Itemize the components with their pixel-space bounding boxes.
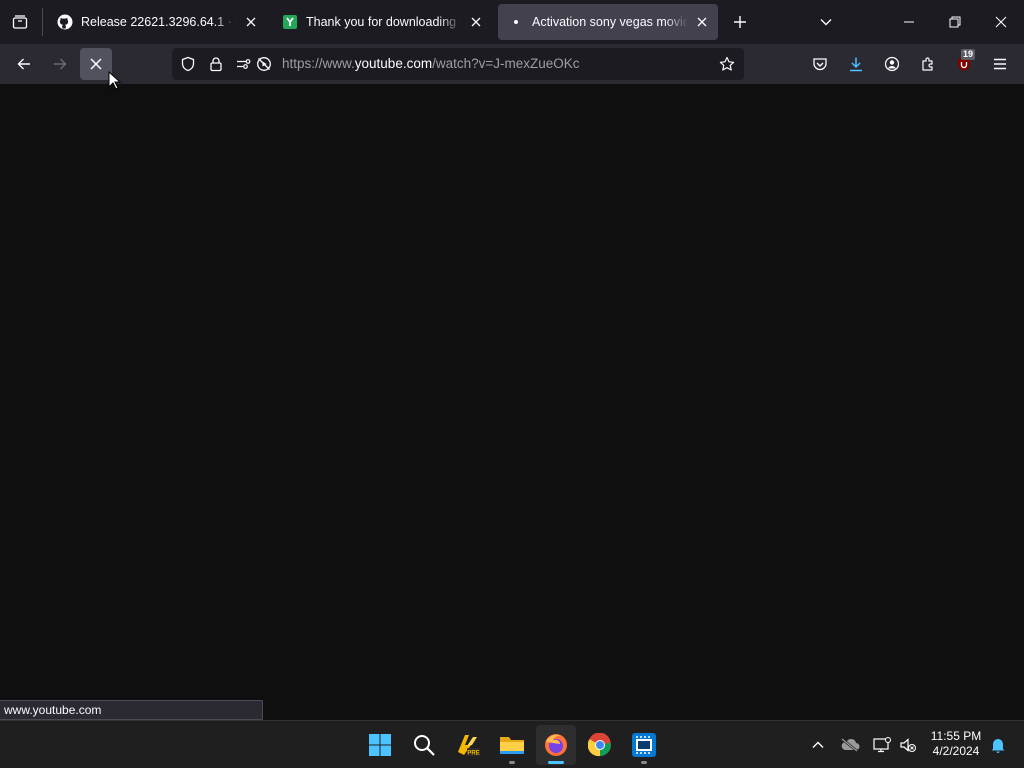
tab-title: Release 22621.3296.64.1 · valinet/ [81, 15, 237, 29]
close-icon [471, 17, 481, 27]
firefox-icon [545, 734, 567, 756]
running-indicator [509, 761, 515, 764]
loading-dot-icon [508, 14, 524, 30]
folder-icon [500, 737, 524, 754]
cloud-offline-icon [841, 738, 860, 752]
arrow-left-icon [17, 58, 30, 70]
app-menu-button[interactable] [984, 48, 1016, 80]
back-button[interactable] [8, 48, 40, 80]
lock-icon[interactable] [206, 54, 226, 74]
ublock-origin-button[interactable]: 19 [948, 48, 980, 80]
account-button[interactable] [876, 48, 908, 80]
close-icon [90, 58, 102, 70]
onedrive-button[interactable] [836, 729, 864, 761]
chevron-down-icon [820, 19, 832, 26]
pocket-button[interactable] [804, 48, 836, 80]
ublock-count-badge: 19 [961, 49, 976, 60]
start-button[interactable] [360, 725, 400, 765]
star-icon [719, 56, 735, 71]
status-link-overlay: www.youtube.com [0, 700, 263, 720]
taskbar-app-video-editor[interactable] [624, 725, 664, 765]
tab-close-button[interactable] [243, 14, 259, 30]
permissions-icon[interactable] [234, 54, 254, 74]
show-hidden-icons-button[interactable] [804, 729, 832, 761]
chrome-icon [588, 733, 611, 757]
minimize-button[interactable] [886, 0, 932, 44]
url-bar[interactable]: https://www.youtube.com/watch?v=J-mexZue… [172, 48, 744, 80]
tab-softonic-download[interactable]: Thank you for downloading Soft [272, 4, 492, 40]
svg-text:PRE: PRE [467, 751, 479, 757]
search-button[interactable] [404, 725, 444, 765]
url-domain: youtube.com [354, 56, 433, 71]
speaker-muted-icon [900, 738, 916, 752]
search-icon [414, 735, 435, 756]
windows-taskbar: PRE 11:55 PM 4/2/2024 [0, 720, 1024, 768]
tab-close-button[interactable] [468, 14, 484, 30]
yellow-app-pre-icon: PRE [458, 735, 480, 757]
puzzle-icon [922, 57, 933, 71]
tab-github-release[interactable]: Release 22621.3296.64.1 · valinet/ [47, 4, 267, 40]
bookmark-star-button[interactable] [716, 54, 738, 74]
taskbar-app-pre[interactable]: PRE [448, 725, 488, 765]
tab-youtube-activation[interactable]: Activation sony vegas movie stu [498, 4, 718, 40]
clock-date: 4/2/2024 [932, 744, 980, 758]
account-icon [884, 56, 900, 72]
taskbar-app-chrome[interactable] [580, 725, 620, 765]
running-indicator [641, 761, 647, 764]
close-icon [995, 16, 1007, 28]
taskbar-clock[interactable]: 11:55 PM 4/2/2024 [924, 729, 988, 759]
close-icon [697, 17, 707, 27]
bell-icon [991, 739, 1005, 753]
minimize-icon [904, 21, 914, 23]
taskbar-app-firefox[interactable] [536, 725, 576, 765]
github-icon [57, 14, 73, 30]
running-indicator [548, 761, 564, 764]
volume-button[interactable] [894, 729, 922, 761]
download-icon [850, 57, 862, 72]
windows-logo-icon [369, 734, 391, 756]
page-content-area[interactable] [0, 84, 1024, 720]
close-window-button[interactable] [978, 0, 1024, 44]
tab-strip: Release 22621.3296.64.1 · valinet/ Thank… [0, 0, 1024, 44]
firefox-view-icon [12, 15, 28, 29]
network-button[interactable] [868, 729, 896, 761]
url-path: /watch?v=J-mexZueOKc [432, 56, 580, 71]
extensions-button[interactable] [912, 48, 944, 80]
tracking-protection-shield-icon[interactable] [178, 54, 198, 74]
notifications-button[interactable] [984, 729, 1012, 761]
restore-icon [949, 16, 961, 28]
tab-separator [42, 8, 43, 36]
mouse-pointer-icon [108, 71, 122, 90]
pocket-icon [813, 58, 827, 71]
film-editor-icon [632, 733, 656, 757]
network-icon [873, 737, 891, 753]
list-all-tabs-button[interactable] [814, 10, 838, 34]
tab-close-button[interactable] [694, 14, 710, 30]
firefox-view-button[interactable] [8, 10, 32, 34]
taskbar-app-file-explorer[interactable] [492, 725, 532, 765]
clock-time: 11:55 PM [930, 729, 982, 743]
navigation-toolbar: https://www.youtube.com/watch?v=J-mexZue… [0, 44, 1024, 84]
tab-title: Thank you for downloading Soft [306, 15, 462, 29]
restore-button[interactable] [932, 0, 978, 44]
chevron-up-icon [812, 741, 824, 748]
softonic-icon [282, 14, 298, 30]
autoplay-blocked-icon[interactable] [254, 54, 274, 74]
new-tab-button[interactable] [728, 10, 752, 34]
arrow-right-icon [54, 58, 67, 70]
forward-button[interactable] [44, 48, 76, 80]
plus-icon [734, 16, 746, 28]
downloads-button[interactable] [840, 48, 872, 80]
hamburger-menu-icon [994, 58, 1006, 70]
url-text[interactable]: https://www.youtube.com/watch?v=J-mexZue… [282, 48, 580, 80]
url-prefix: https://www. [282, 56, 355, 71]
tab-title: Activation sony vegas movie stu [532, 15, 688, 29]
close-icon [246, 17, 256, 27]
